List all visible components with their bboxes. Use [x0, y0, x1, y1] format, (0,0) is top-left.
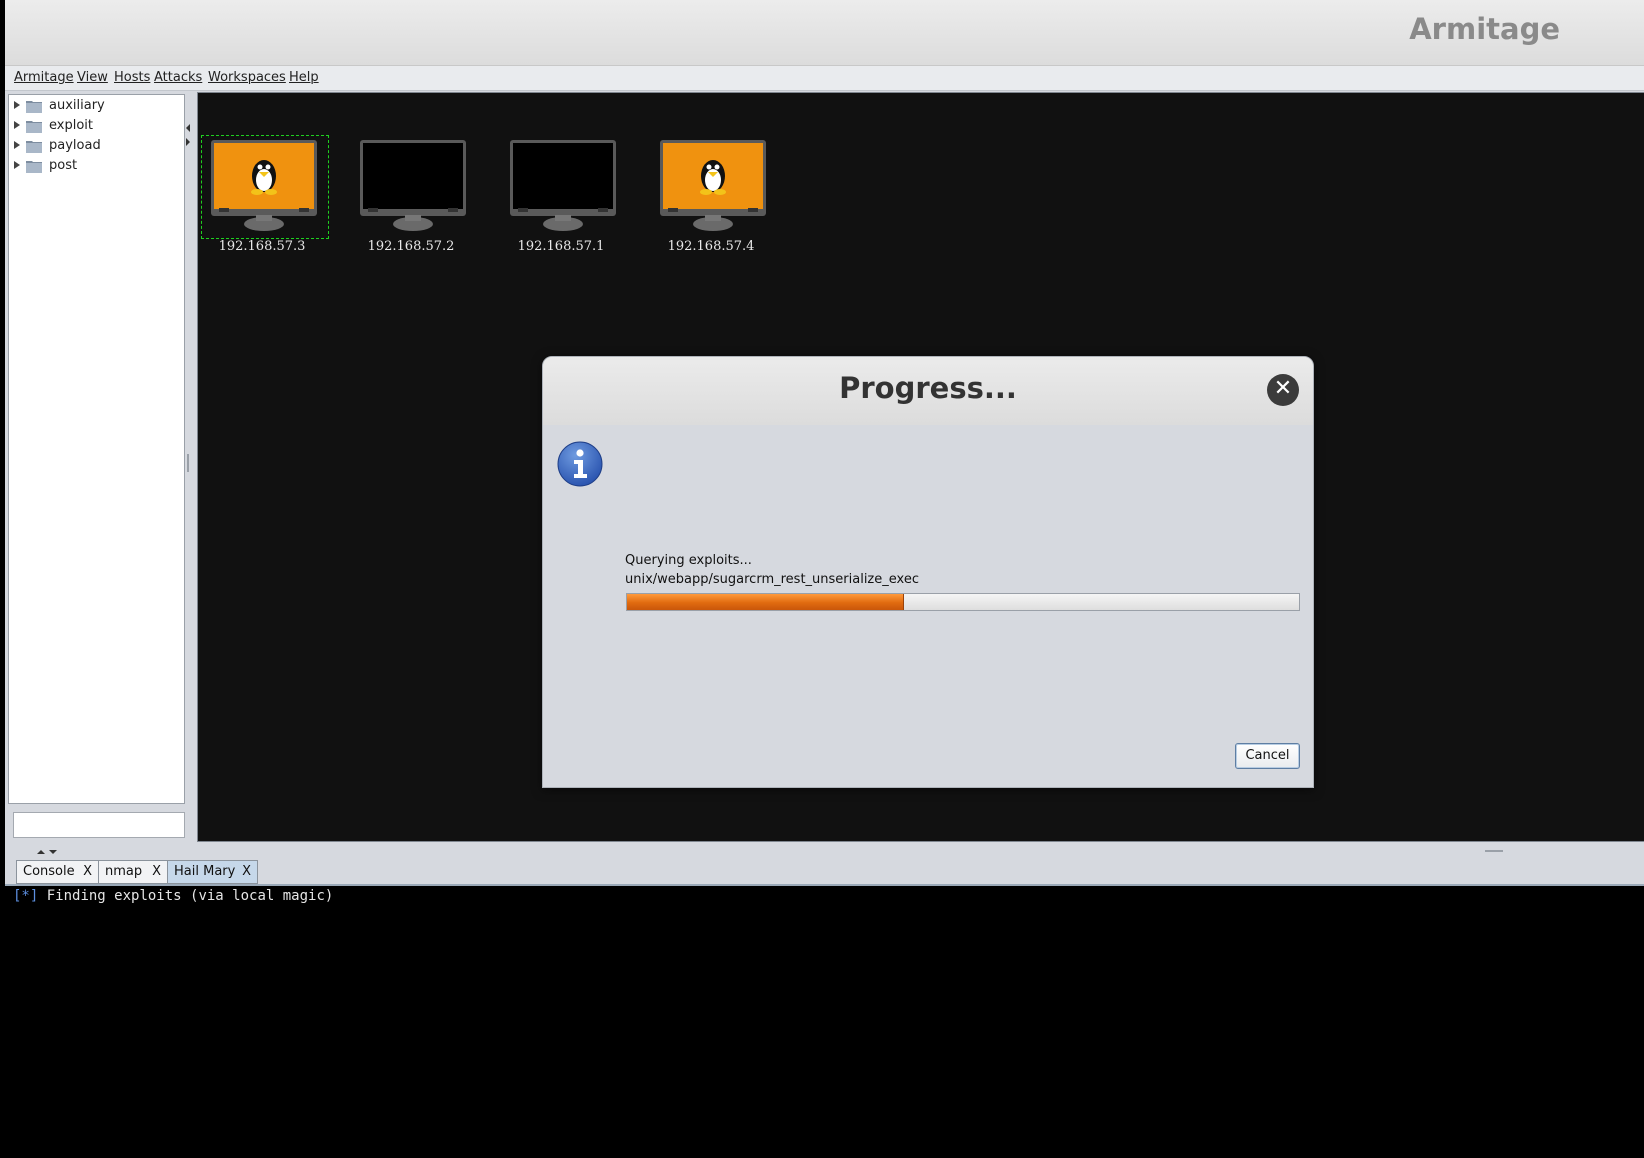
- menu-view[interactable]: View: [77, 70, 108, 85]
- menu-armitage[interactable]: Armitage: [14, 70, 74, 85]
- menu-hosts[interactable]: Hosts: [114, 70, 150, 85]
- expand-arrow-icon[interactable]: [14, 101, 20, 109]
- tree-item-label: auxiliary: [49, 98, 105, 113]
- tab-console[interactable]: Console X: [16, 860, 99, 884]
- tree-item-exploit[interactable]: exploit: [9, 117, 179, 137]
- window-title: Armitage: [1409, 12, 1560, 46]
- progress-bar-fill: [627, 594, 904, 610]
- linux-host-icon: [660, 140, 766, 231]
- folder-icon: [26, 101, 42, 113]
- folder-icon: [26, 141, 42, 153]
- progress-message: Querying exploits...: [625, 553, 752, 568]
- tab-close-button[interactable]: X: [242, 864, 251, 879]
- dialog-title: Progress...: [839, 371, 1017, 405]
- linux-host-icon: [211, 140, 317, 231]
- host-ip-label: 192.168.57.4: [667, 239, 755, 254]
- tab-nmap[interactable]: nmap X: [98, 860, 168, 884]
- splitter-arrows-icon: [186, 124, 190, 472]
- vertical-splitter[interactable]: [185, 94, 192, 836]
- console-output[interactable]: [*] Finding exploits (via local magic): [5, 886, 1644, 1158]
- menu-workspaces[interactable]: Workspaces: [208, 70, 286, 85]
- module-browser: auxiliary exploit payload post: [8, 94, 185, 804]
- console-line: [*] Finding exploits (via local magic): [13, 888, 333, 904]
- host-192-168-57-4[interactable]: 192.168.57.4: [654, 135, 774, 255]
- host-ip-label: 192.168.57.3: [218, 239, 306, 254]
- tree-item-payload[interactable]: payload: [9, 137, 179, 157]
- tree-item-label: exploit: [49, 118, 93, 133]
- close-button[interactable]: ✕: [1267, 374, 1299, 406]
- tab-label: Hail Mary: [174, 864, 236, 879]
- progress-bar: [626, 593, 1300, 611]
- host-192-168-57-1[interactable]: 192.168.57.1: [504, 135, 624, 255]
- menu-attacks[interactable]: Attacks: [154, 70, 202, 85]
- tree-item-post[interactable]: post: [9, 157, 179, 177]
- host-ip-label: 192.168.57.2: [367, 239, 455, 254]
- dialog-header: Progress... ✕: [543, 357, 1313, 425]
- progress-dialog: Progress... ✕ Querying exploits... unix/…: [542, 356, 1314, 788]
- tab-label: nmap: [105, 864, 143, 879]
- tab-hail-mary[interactable]: Hail Mary X: [167, 860, 258, 884]
- info-icon: [557, 441, 603, 487]
- expand-arrow-icon[interactable]: [14, 161, 20, 169]
- unknown-host-icon: [360, 140, 466, 231]
- console-text: Finding exploits (via local magic): [38, 888, 334, 904]
- horizontal-splitter[interactable]: [5, 843, 1644, 854]
- tree-item-label: post: [49, 158, 78, 173]
- host-192-168-57-3[interactable]: 192.168.57.3: [201, 135, 329, 255]
- armitage-window: Armitage Armitage View Hosts Attacks Wor…: [5, 0, 1644, 1158]
- cancel-button[interactable]: Cancel: [1235, 743, 1300, 769]
- close-icon: ✕: [1273, 376, 1293, 401]
- console-prefix: [*]: [13, 888, 39, 904]
- menu-help[interactable]: Help: [289, 70, 319, 85]
- module-search-input[interactable]: [13, 812, 185, 838]
- tab-bar: Console X nmap X Hail Mary X: [5, 856, 1644, 886]
- unknown-host-icon: [510, 140, 616, 231]
- tab-close-button[interactable]: X: [152, 864, 161, 879]
- tree-item-auxiliary[interactable]: auxiliary: [9, 97, 179, 117]
- title-bar: Armitage: [5, 0, 1644, 66]
- tab-close-button[interactable]: X: [83, 864, 92, 879]
- host-192-168-57-2[interactable]: 192.168.57.2: [354, 135, 474, 255]
- menu-bar: Armitage View Hosts Attacks Workspaces H…: [5, 66, 1644, 91]
- expand-arrow-icon[interactable]: [14, 121, 20, 129]
- expand-arrow-icon[interactable]: [14, 141, 20, 149]
- folder-icon: [26, 161, 42, 173]
- tree-item-label: payload: [49, 138, 101, 153]
- host-ip-label: 192.168.57.1: [517, 239, 605, 254]
- progress-detail: unix/webapp/sugarcrm_rest_unserialize_ex…: [625, 572, 919, 587]
- tab-label: Console: [23, 864, 75, 879]
- folder-icon: [26, 121, 42, 133]
